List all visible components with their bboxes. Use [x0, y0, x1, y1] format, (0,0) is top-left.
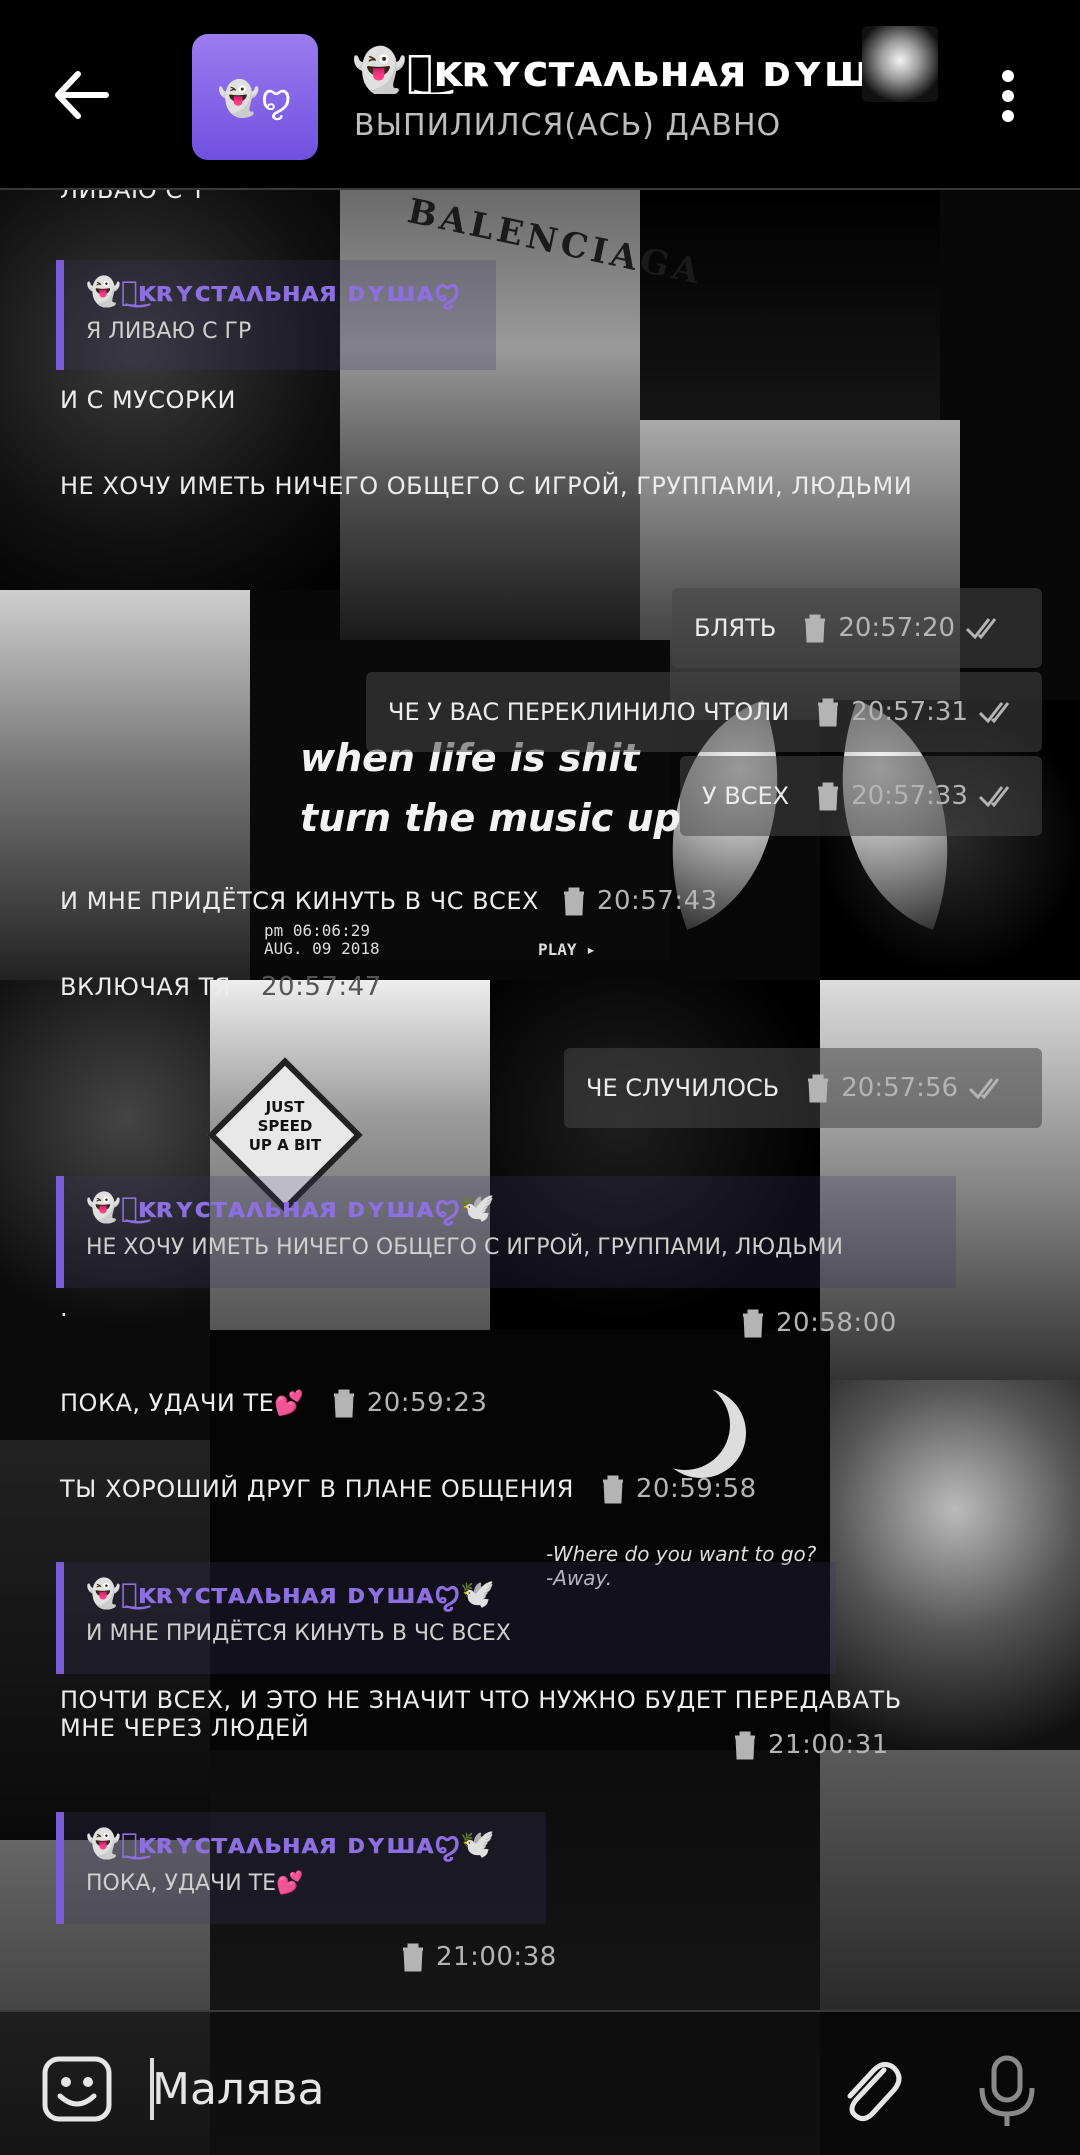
chat-status: ВЫПИЛИЛСЯ(АСЬ) ДАВНО: [354, 108, 782, 143]
mic-button[interactable]: [974, 2054, 1040, 2130]
message-text-line1: ПОЧТИ ВСЕХ, И ЭТО НЕ ЗНАЧИТ ЧТО НУЖНО БУ…: [60, 1686, 902, 1714]
chat-title[interactable]: 👻ꨄ͜ᴋʀʏᴄᴛᴀᴧьнᴀя ᴅʏшᴀꨄ: [352, 38, 862, 94]
message-content: ПОКА, УДАЧИ ТЕ💕: [60, 1389, 305, 1417]
trash-icon[interactable]: [331, 1388, 357, 1418]
heart-emoji: 💕: [274, 1389, 305, 1417]
message[interactable]: И МНЕ ПРИДЁТСЯ КИНУТЬ В ЧС ВСЕХ 20:57:43: [60, 886, 718, 916]
trash-icon[interactable]: [815, 781, 841, 811]
message-text: ЧЕ У ВАС ПЕРЕКЛИНИЛО ЧТОЛИ: [388, 698, 790, 726]
member-avatar[interactable]: [862, 26, 938, 102]
message-time: 20:57:20: [838, 613, 956, 643]
message[interactable]: ТЫ ХОРОШИЙ ДРУГ В ПЛАНЕ ОБЩЕНИЯ 20:59:58: [60, 1474, 757, 1504]
message-meta: 20:58:00: [740, 1308, 897, 1344]
message[interactable]: ПОКА, УДАЧИ ТЕ💕 20:59:23: [60, 1388, 487, 1418]
message-text: БЛЯТЬ: [694, 614, 777, 642]
message-text: ПОКА, УДАЧИ ТЕ: [60, 1389, 275, 1417]
menu-button[interactable]: [990, 66, 1026, 126]
message-text: И МНЕ ПРИДЁТСЯ КИНУТЬ В ЧС ВСЕХ: [60, 887, 539, 915]
double-check-icon: [968, 1078, 1000, 1100]
message-text: И С МУСОРКИ: [60, 386, 236, 414]
trash-icon[interactable]: [400, 1942, 426, 1972]
reply-quote[interactable]: 👻ꨄ͜ᴋʀʏᴄᴛᴀᴧьнᴀя ᴅʏшᴀꨄ Я ЛИВАЮ С ГР: [56, 260, 496, 370]
message-text: У ВСЕХ: [702, 782, 790, 810]
attach-button[interactable]: [836, 2054, 902, 2126]
message-time: 20:57:33: [851, 781, 968, 811]
outgoing-message[interactable]: БЛЯТЬ 20:57:20: [672, 588, 1042, 668]
heart-emoji: 💕: [276, 1871, 304, 1896]
arrow-left-icon: [55, 71, 109, 119]
outgoing-message[interactable]: ЧЕ СЛУЧИЛОСЬ 20:57:56: [564, 1048, 1042, 1128]
message-time: 20:58:00: [776, 1308, 897, 1338]
back-button[interactable]: [52, 70, 112, 120]
outgoing-message[interactable]: ЧЕ У ВАС ПЕРЕКЛИНИЛО ЧТОЛИ 20:57:31: [366, 672, 1042, 752]
reply-text: ПОКА, УДАЧИ ТЕ: [86, 1871, 277, 1896]
message[interactable]: НЕ ХОЧУ ИМЕТЬ НИЧЕГО ОБЩЕГО С ИГРОЙ, ГРУ…: [60, 472, 912, 500]
message[interactable]: .: [60, 1294, 68, 1322]
message[interactable]: И С МУСОРКИ: [60, 386, 236, 414]
reply-text: НЕ ХОЧУ ИМЕТЬ НИЧЕГО ОБЩЕГО С ИГРОЙ, ГРУ…: [86, 1235, 843, 1260]
chat-avatar[interactable]: 👻ꨄ: [192, 34, 318, 160]
message-text: ТЫ ХОРОШИЙ ДРУГ В ПЛАНЕ ОБЩЕНИЯ: [60, 1475, 574, 1503]
trash-icon[interactable]: [805, 1073, 831, 1103]
reply-quote[interactable]: 👻ꨄ͜ᴋʀʏᴄᴛᴀᴧьнᴀя ᴅʏшᴀꨄ🕊️ ПОКА, УДАЧИ ТЕ💕: [56, 1812, 546, 1924]
menu-dot: [1002, 110, 1014, 122]
reply-quote[interactable]: 👻ꨄ͜ᴋʀʏᴄᴛᴀᴧьнᴀя ᴅʏшᴀꨄ🕊️ НЕ ХОЧУ ИМЕТЬ НИЧ…: [56, 1176, 956, 1288]
message-text: ВКЛЮЧАЯ ТЯ: [60, 973, 231, 1001]
message-text: НЕ ХОЧУ ИМЕТЬ НИЧЕГО ОБЩЕГО С ИГРОЙ, ГРУ…: [60, 472, 913, 500]
message-time: 20:57:43: [596, 886, 718, 916]
emoji-button[interactable]: [40, 2054, 116, 2124]
trash-icon[interactable]: [815, 697, 841, 727]
emoji-icon: [42, 2056, 112, 2122]
trash-icon[interactable]: [732, 1730, 758, 1760]
message[interactable]: ВКЛЮЧАЯ ТЯ 20:57:47: [60, 972, 382, 1002]
message-time: 20:59:23: [366, 1388, 488, 1418]
trash-icon[interactable]: [600, 1474, 626, 1504]
message-text: ЧЕ СЛУЧИЛОСЬ: [586, 1074, 780, 1102]
message-time: 20:57:31: [851, 697, 969, 727]
double-check-icon: [966, 618, 997, 640]
message-input[interactable]: [152, 2058, 772, 2120]
message-time: 20:57:56: [841, 1073, 959, 1103]
more-vertical-icon: [1002, 70, 1014, 82]
message-time: 20:59:58: [635, 1474, 757, 1504]
trash-icon[interactable]: [561, 886, 587, 916]
message-meta: 21:00:38: [400, 1942, 557, 1978]
trash-icon[interactable]: [802, 613, 828, 643]
message-time: 20:57:47: [260, 972, 382, 1002]
composer: [0, 2010, 1080, 2155]
message-list[interactable]: ЛИВАЮ С Т 👻ꨄ͜ᴋʀʏᴄᴛᴀᴧьнᴀя ᴅʏшᴀꨄ Я ЛИВАЮ С…: [0, 176, 1080, 2010]
outgoing-message[interactable]: У ВСЕХ 20:57:33: [680, 756, 1042, 836]
message-meta: 21:00:31: [732, 1730, 889, 1766]
message-text: .: [60, 1294, 69, 1322]
message-time: 21:00:31: [768, 1730, 889, 1760]
menu-dot: [1002, 90, 1014, 102]
reply-quote[interactable]: 👻ꨄ͜ᴋʀʏᴄᴛᴀᴧьнᴀя ᴅʏшᴀꨄ🕊️ И МНЕ ПРИДЁТСЯ КИ…: [56, 1562, 836, 1674]
paperclip-icon: [847, 2062, 902, 2122]
reply-author: 👻ꨄ͜ᴋʀʏᴄᴛᴀᴧьнᴀя ᴅʏшᴀꨄ🕊️: [86, 1577, 496, 1610]
reply-author: 👻ꨄ͜ᴋʀʏᴄᴛᴀᴧьнᴀя ᴅʏшᴀꨄ🕊️: [86, 1191, 496, 1224]
reply-author: 👻ꨄ͜ᴋʀʏᴄᴛᴀᴧьнᴀя ᴅʏшᴀꨄ🕊️: [86, 1827, 496, 1860]
double-check-icon: [978, 702, 1010, 724]
microphone-icon: [979, 2055, 1035, 2126]
double-check-icon: [978, 786, 1010, 808]
reply-text: И МНЕ ПРИДЁТСЯ КИНУТЬ В ЧС ВСЕХ: [86, 1621, 511, 1646]
reply-author: 👻ꨄ͜ᴋʀʏᴄᴛᴀᴧьнᴀя ᴅʏшᴀꨄ: [86, 275, 461, 308]
reply-text: Я ЛИВАЮ С ГР: [86, 319, 252, 344]
trash-icon[interactable]: [740, 1308, 766, 1338]
chat-header: 👻ꨄ 👻ꨄ͜ᴋʀʏᴄᴛᴀᴧьнᴀя ᴅʏшᴀꨄ ВЫПИЛИЛСЯ(АСЬ) Д…: [0, 0, 1080, 190]
reply-text-wrap: ПОКА, УДАЧИ ТЕ💕: [86, 1871, 546, 1896]
message-time: 21:00:38: [436, 1942, 557, 1972]
